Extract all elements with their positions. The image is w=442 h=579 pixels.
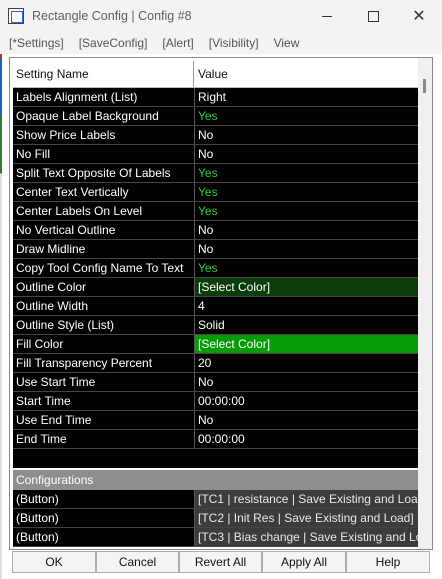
setting-value-cell[interactable]: No (195, 240, 418, 258)
grid-header-row: Setting Name Value (13, 61, 418, 88)
title-bar[interactable]: Rectangle Config | Config #8 ✕ (0, 0, 442, 32)
apply-all-button[interactable]: Apply All (262, 551, 346, 573)
setting-name-cell: End Time (13, 430, 195, 448)
setting-value-cell[interactable]: Yes (195, 259, 418, 277)
setting-row[interactable]: Outline Color [Select Color] (13, 278, 418, 297)
setting-row[interactable]: No Vertical Outline No (13, 221, 418, 240)
close-button[interactable]: ✕ (396, 0, 442, 32)
menu-bar: [*Settings] [SaveConfig] [Alert] [Visibi… (0, 32, 442, 54)
vertical-scrollbar[interactable] (418, 58, 432, 549)
maximize-button[interactable] (350, 0, 396, 32)
setting-row[interactable]: Opaque Label Background Yes (13, 107, 418, 126)
settings-rows: Labels Alignment (List) Right Opaque Label… (13, 88, 418, 449)
configuration-button-label: (Button) (13, 509, 195, 527)
setting-name-cell: Center Labels On Level (13, 202, 195, 220)
menu-settings[interactable]: [*Settings] (9, 36, 64, 50)
setting-row[interactable]: Fill Color [Select Color] (13, 335, 418, 354)
setting-row[interactable]: Draw Midline No (13, 240, 418, 259)
setting-value-cell[interactable]: Yes (195, 107, 418, 125)
grid-empty-row (13, 449, 418, 468)
configuration-row[interactable]: (Button) [TC3 | Bias change | Save Existi… (13, 528, 418, 547)
setting-row[interactable]: Fill Transparency Percent 20 (13, 354, 418, 373)
setting-value-cell[interactable]: No (195, 411, 418, 429)
background-window-edge (0, 0, 2, 579)
setting-name-cell: No Vertical Outline (13, 221, 195, 239)
column-header-value[interactable]: Value (194, 61, 418, 87)
setting-name-cell: Start Time (13, 392, 195, 410)
setting-value-cell[interactable]: 00:00:00 (195, 392, 418, 410)
setting-value-cell[interactable]: No (195, 126, 418, 144)
configuration-row[interactable]: (Button) [TC1 | resistance | Save Existin… (13, 490, 418, 509)
help-button[interactable]: Help (346, 551, 430, 573)
setting-name-cell: Use End Time (13, 411, 195, 429)
setting-value-cell[interactable]: Yes (195, 183, 418, 201)
setting-name-cell: Labels Alignment (List) (13, 88, 195, 106)
setting-name-cell: No Fill (13, 145, 195, 163)
settings-grid-body: Setting Name Value Labels Alignment (Lis… (13, 61, 418, 548)
setting-name-cell: Outline Style (List) (13, 316, 195, 334)
window-title: Rectangle Config | Config #8 (32, 9, 192, 23)
setting-name-cell: Opaque Label Background (13, 107, 195, 125)
setting-name-cell: Show Price Labels (13, 126, 195, 144)
revert-all-button[interactable]: Revert All (179, 551, 262, 573)
setting-row[interactable]: No Fill No (13, 145, 418, 164)
setting-row[interactable]: Start Time 00:00:00 (13, 392, 418, 411)
section-header-configurations[interactable]: Configurations (13, 470, 418, 490)
setting-row[interactable]: Copy Tool Config Name To Text Yes (13, 259, 418, 278)
settings-grid: Setting Name Value Labels Alignment (Lis… (9, 57, 433, 550)
dialog-button-bar: OK Cancel Revert All Apply All Help (12, 551, 430, 573)
setting-value-cell[interactable]: 00:00:00 (195, 430, 418, 448)
setting-row[interactable]: Outline Width 4 (13, 297, 418, 316)
configuration-rows: (Button) [TC1 | resistance | Save Existin… (13, 490, 418, 547)
cancel-button[interactable]: Cancel (96, 551, 179, 573)
setting-row[interactable]: Center Labels On Level Yes (13, 202, 418, 221)
setting-name-cell: Outline Color (13, 278, 195, 296)
setting-value-cell[interactable]: Solid (195, 316, 418, 334)
setting-name-cell: Fill Transparency Percent (13, 354, 195, 372)
setting-row[interactable]: Use Start Time No (13, 373, 418, 392)
setting-row[interactable]: Labels Alignment (List) Right (13, 88, 418, 107)
setting-row[interactable]: Split Text Opposite Of Labels Yes (13, 164, 418, 183)
setting-value-cell[interactable]: 4 (195, 297, 418, 315)
setting-value-cell[interactable]: Yes (195, 164, 418, 182)
setting-value-cell[interactable]: 20 (195, 354, 418, 372)
minimize-button[interactable] (304, 0, 350, 32)
setting-name-cell: Copy Tool Config Name To Text (13, 259, 195, 277)
load-config-button[interactable]: [TC2 | Init Res | Save Existing and Load… (195, 509, 418, 527)
load-config-button[interactable]: [TC3 | Bias change | Save Existing and L… (195, 528, 418, 546)
configuration-row[interactable]: (Button) [TC2 | Init Res | Save Existing … (13, 509, 418, 528)
configuration-button-label: (Button) (13, 490, 195, 508)
setting-value-cell[interactable]: No (195, 373, 418, 391)
setting-row[interactable]: Use End Time No (13, 411, 418, 430)
menu-visibility[interactable]: [Visibility] (209, 36, 259, 50)
configuration-button-label: (Button) (13, 528, 195, 546)
setting-row[interactable]: Center Text Vertically Yes (13, 183, 418, 202)
setting-name-cell: Center Text Vertically (13, 183, 195, 201)
setting-value-cell[interactable]: Right (195, 88, 418, 106)
setting-value-cell[interactable]: No (195, 145, 418, 163)
setting-value-cell[interactable]: [Select Color] (195, 335, 418, 353)
app-icon (8, 8, 24, 24)
setting-name-cell: Outline Width (13, 297, 195, 315)
menu-view[interactable]: View (274, 36, 300, 50)
load-config-button[interactable]: [TC1 | resistance | Save Existing and Lo… (195, 490, 418, 508)
scrollbar-thumb[interactable] (423, 79, 426, 93)
menu-save-config[interactable]: [SaveConfig] (79, 36, 148, 50)
setting-name-cell: Split Text Opposite Of Labels (13, 164, 195, 182)
setting-row[interactable]: End Time 00:00:00 (13, 430, 418, 449)
setting-value-cell[interactable]: [Select Color] (195, 278, 418, 296)
ok-button[interactable]: OK (12, 551, 96, 573)
column-header-setting-name[interactable]: Setting Name (13, 61, 194, 87)
setting-value-cell[interactable]: Yes (195, 202, 418, 220)
setting-name-cell: Fill Color (13, 335, 195, 353)
setting-row[interactable]: Show Price Labels No (13, 126, 418, 145)
setting-row[interactable]: Outline Style (List) Solid (13, 316, 418, 335)
setting-name-cell: Draw Midline (13, 240, 195, 258)
menu-alert[interactable]: [Alert] (162, 36, 193, 50)
setting-name-cell: Use Start Time (13, 373, 195, 391)
setting-value-cell[interactable]: No (195, 221, 418, 239)
